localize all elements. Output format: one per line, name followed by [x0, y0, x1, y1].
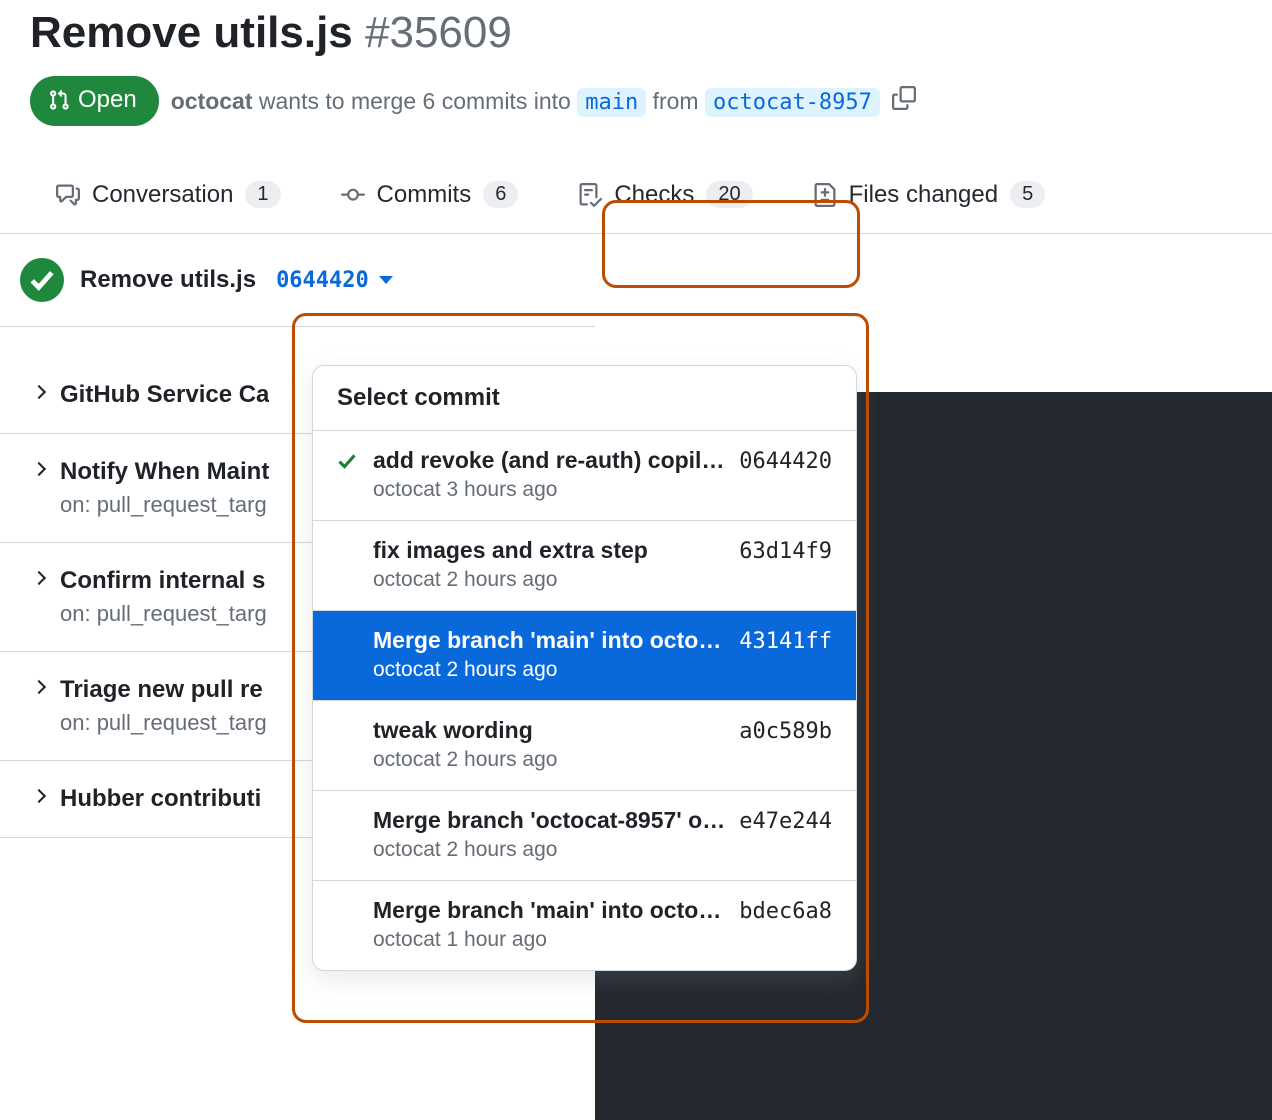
tab-files-count: 5	[1010, 181, 1045, 208]
commit-menu-item[interactable]: Merge branch 'main' into octoc… octocat 1…	[313, 881, 856, 970]
chevron-down-icon	[379, 276, 393, 284]
check-icon	[29, 267, 55, 293]
chevron-right-icon	[32, 571, 46, 585]
head-branch-chip[interactable]: octocat-8957	[705, 88, 880, 117]
pr-state-label: Open	[78, 86, 137, 114]
commit-sha: 0644420	[739, 447, 832, 474]
tab-commits-label: Commits	[377, 181, 472, 209]
merge-text-mid: from	[646, 88, 705, 114]
commit-meta: octocat 3 hours ago	[373, 478, 725, 502]
tab-checks-count: 20	[706, 181, 752, 208]
check-success-badge	[20, 258, 64, 302]
commit-menu-item[interactable]: tweak wording octocat 2 hours ago a0c589b	[313, 701, 856, 791]
commit-message: Merge branch 'main' into octoc…	[373, 627, 725, 654]
check-group-label: Hubber contributi	[60, 785, 261, 813]
base-branch-chip[interactable]: main	[577, 88, 646, 117]
check-group-label: Notify When Maint	[60, 458, 269, 486]
merge-text-pre: wants to merge 6 commits into	[253, 88, 578, 114]
git-pull-request-icon	[48, 89, 70, 111]
commit-meta: octocat 2 hours ago	[373, 658, 725, 682]
commit-menu-item[interactable]: Merge branch 'octocat-8957' o… octocat 2 …	[313, 791, 856, 881]
checks-sidebar-header: Remove utils.js 0644420	[0, 234, 595, 327]
tab-files-label: Files changed	[849, 181, 998, 209]
commit-menu-item[interactable]: add revoke (and re-auth) copilo… octocat …	[313, 431, 856, 521]
select-commit-menu[interactable]: Select commit add revoke (and re-auth) c…	[312, 365, 857, 971]
pr-tabs: Conversation 1 Commits 6 Checks 20 Files…	[0, 156, 1272, 234]
tab-conversation-count: 1	[245, 181, 280, 208]
pr-title: Remove utils.js	[30, 8, 353, 57]
chevron-right-icon	[32, 385, 46, 399]
commit-menu-item[interactable]: fix images and extra step octocat 2 hours…	[313, 521, 856, 611]
check-group-subtext: on: pull_request_targ	[60, 492, 269, 518]
tab-commits[interactable]: Commits 6	[331, 163, 529, 227]
check-group-subtext: on: pull_request_targ	[60, 601, 267, 627]
chevron-right-icon	[32, 680, 46, 694]
commit-meta: octocat 2 hours ago	[373, 748, 725, 772]
commit-sha: a0c589b	[739, 717, 832, 744]
pr-meta-row: Open octocat wants to merge 6 commits in…	[0, 68, 1272, 156]
check-group-subtext: on: pull_request_targ	[60, 710, 267, 736]
selected-commit-sha: 0644420	[276, 268, 369, 293]
commit-selector-button[interactable]: 0644420	[276, 268, 393, 293]
checks-header-title: Remove utils.js	[80, 266, 256, 294]
commit-item-icon-slot	[337, 717, 359, 721]
file-diff-icon	[813, 183, 837, 207]
check-group-label: Triage new pull re	[60, 676, 267, 704]
check-group-label: Confirm internal s	[60, 567, 267, 595]
chevron-right-icon	[32, 789, 46, 803]
chevron-right-icon	[32, 462, 46, 476]
check-group-label: GitHub Service Ca	[60, 381, 269, 409]
check-icon	[337, 451, 357, 471]
tab-conversation[interactable]: Conversation 1	[46, 163, 291, 227]
commit-message: Merge branch 'octocat-8957' o…	[373, 807, 725, 834]
commit-item-icon-slot	[337, 447, 359, 476]
pr-title-row: Remove utils.js #35609	[0, 0, 1272, 68]
tab-files[interactable]: Files changed 5	[803, 163, 1056, 227]
tab-conversation-label: Conversation	[92, 181, 233, 209]
commit-meta: octocat 1 hour ago	[373, 928, 725, 952]
git-commit-icon	[341, 183, 365, 207]
merge-description: octocat wants to merge 6 commits into ma…	[171, 88, 880, 115]
commit-sha: e47e244	[739, 807, 832, 834]
tab-checks[interactable]: Checks 20	[568, 163, 762, 227]
commit-sha: 63d14f9	[739, 537, 832, 564]
commit-meta: octocat 2 hours ago	[373, 568, 725, 592]
commit-message: Merge branch 'main' into octoc…	[373, 897, 725, 924]
commit-sha: bdec6a8	[739, 897, 832, 924]
copy-branch-button[interactable]	[892, 86, 916, 116]
commit-item-icon-slot	[337, 897, 359, 901]
commit-message: tweak wording	[373, 717, 725, 744]
commit-sha: 43141ff	[739, 627, 832, 654]
checklist-icon	[578, 183, 602, 207]
copy-icon	[892, 86, 916, 110]
comment-discussion-icon	[56, 183, 80, 207]
pr-author[interactable]: octocat	[171, 88, 253, 114]
commit-meta: octocat 2 hours ago	[373, 838, 725, 862]
commit-item-icon-slot	[337, 627, 359, 631]
commit-message: add revoke (and re-auth) copilo…	[373, 447, 725, 474]
tab-commits-count: 6	[483, 181, 518, 208]
commit-menu-item[interactable]: Merge branch 'main' into octoc… octocat 2…	[313, 611, 856, 701]
commit-item-icon-slot	[337, 537, 359, 541]
pr-number: #35609	[365, 8, 512, 57]
select-commit-menu-header: Select commit	[313, 366, 856, 431]
tab-checks-label: Checks	[614, 181, 694, 209]
commit-item-icon-slot	[337, 807, 359, 811]
pr-state-badge: Open	[30, 76, 159, 126]
commit-message: fix images and extra step	[373, 537, 725, 564]
